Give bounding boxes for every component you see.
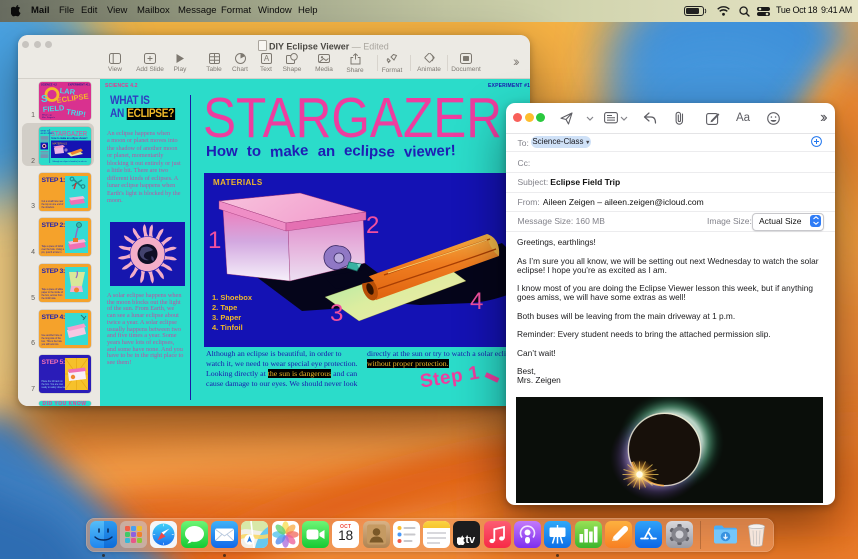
svg-text:Although an eclipse is beautif: Although an eclipse is beautiful, in ord…: [52, 160, 87, 163]
svg-text:Tape a piece of white: Tape a piece of white: [41, 288, 63, 291]
svg-text:Mrs. Zeigen's: Mrs. Zeigen's: [42, 116, 56, 119]
svg-text:STEP 5:: STEP 5:: [41, 359, 64, 366]
svg-text:MATERIALS: MATERIALS: [52, 142, 67, 146]
svg-text:1: 1: [208, 227, 221, 254]
svg-text:box. This is the hole: box. This is the hole: [41, 340, 62, 343]
svg-text:pin, punch a hole in: pin, punch a hole in: [41, 252, 62, 254]
svg-text:you will look into.: you will look into.: [41, 343, 59, 346]
svg-text:the tinfoil side.: the tinfoil side.: [41, 297, 56, 300]
svg-text:STARGAZER: STARGAZER: [203, 86, 502, 143]
svg-text:STEP 1:: STEP 1:: [41, 177, 64, 184]
svg-text:STEP 2:: STEP 2:: [41, 222, 64, 229]
svg-text:the long side of the: the long side of the: [41, 337, 61, 340]
svg-text:3. Paper: 3. Paper: [212, 313, 241, 322]
svg-text:AN ECLIPSE?: AN ECLIPSE?: [40, 132, 54, 135]
svg-text:4: 4: [470, 288, 483, 315]
svg-text:the top on one end of: the top on one end of: [41, 203, 63, 206]
svg-text:paper to the inside of: paper to the inside of: [41, 291, 63, 294]
svg-text:SCIENCE 4.2: SCIENCE 4.2: [41, 82, 57, 86]
svg-text:2: 2: [366, 212, 379, 239]
svg-text:4. Tinfoil: 4. Tinfoil: [212, 323, 243, 332]
svg-text:2. Tape: 2. Tape: [212, 303, 237, 312]
svg-text:How to make an eclipse viewer!: How to make an eclipse viewer!: [51, 137, 87, 140]
svg-text:the box. You are now: the box. You are now: [41, 383, 63, 386]
svg-text:STEP 3:: STEP 3:: [41, 268, 64, 275]
svg-text:FIELD: FIELD: [42, 103, 65, 114]
svg-text:TRIP!: TRIP!: [65, 107, 86, 119]
svg-text:the box, across from: the box, across from: [41, 294, 62, 297]
svg-text:over the hole. Using a: over the hole. Using a: [41, 248, 64, 251]
svg-text:the shoebox.: the shoebox.: [41, 206, 55, 209]
svg-text:Use another hole on: Use another hole on: [41, 334, 62, 337]
svg-text:STEP 4:: STEP 4:: [41, 314, 64, 321]
svg-text:Place the lid back on: Place the lid back on: [41, 380, 63, 383]
svg-text:Tape a piece of tinfoil: Tape a piece of tinfoil: [41, 245, 63, 248]
svg-text:S: S: [41, 94, 48, 105]
svg-text:3: 3: [330, 300, 343, 327]
svg-text:Cut a small hole near: Cut a small hole near: [41, 200, 63, 203]
svg-text:EXPERIMENT #11: EXPERIMENT #11: [68, 82, 90, 86]
svg-text:A: A: [263, 54, 269, 63]
svg-text:1. Shoebox: 1. Shoebox: [212, 293, 253, 302]
svg-text:ready to safely observe: ready to safely observe: [41, 386, 65, 389]
